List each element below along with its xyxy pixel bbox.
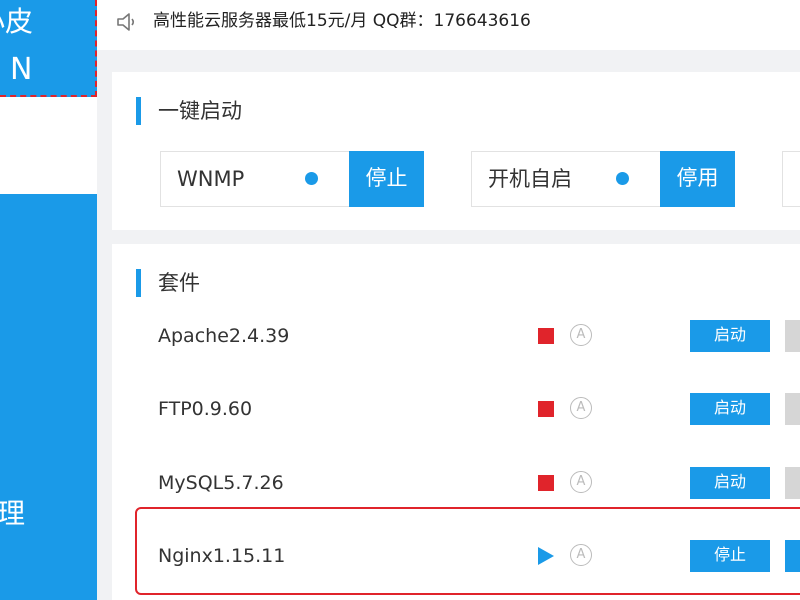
sidebar-spacer [0,97,97,194]
wnmp-stop-button[interactable]: 停止 [349,151,424,207]
switch-label: 开机自启 [488,167,572,191]
mysql-config-button[interactable] [785,467,800,499]
quick-start-panel: 一键启动 WNMP 停止 开机自启 停用 [112,72,800,230]
logo-text-line1: 小皮 [0,5,33,38]
ftp-config-button[interactable] [785,393,800,425]
speaker-icon [117,13,135,31]
suites-panel: 套件 Apache2.4.39 A 启动 FTP0.9.60 A 启动 MySQ… [112,244,800,600]
auto-start-icon[interactable]: A [570,471,592,493]
nginx-config-button[interactable] [785,540,800,572]
suite-row-nginx: Nginx1.15.11 A 停止 [134,524,800,590]
stopped-status-icon [538,475,554,491]
apache-start-button[interactable]: 启动 [690,320,770,352]
switch-autostart: 开机自启 停用 [471,151,735,207]
suite-name: FTP0.9.60 [158,398,253,420]
notice-text[interactable]: 高性能云服务器最低15元/月 QQ群：176643616 [153,8,531,34]
suites-title: 套件 [136,268,200,298]
suite-name: MySQL5.7.26 [158,472,284,494]
switch-wnmp: WNMP 停止 [160,151,424,207]
switch-partial[interactable] [782,151,800,207]
logo-text-line2: N [10,52,33,87]
sidebar: 小皮 N 管理 [0,0,97,600]
auto-start-icon[interactable]: A [570,544,592,566]
status-dot [616,172,629,185]
apache-config-button[interactable] [785,320,800,352]
running-status-icon [538,547,554,565]
sidebar-nav: 管理 [0,194,97,600]
stopped-status-icon [538,401,554,417]
quick-start-title: 一键启动 [136,96,242,126]
suite-row-mysql: MySQL5.7.26 A 启动 [134,451,800,517]
auto-start-icon[interactable]: A [570,324,592,346]
status-dot [305,172,318,185]
sidebar-item-manage[interactable]: 管理 [0,496,25,532]
ftp-start-button[interactable]: 启动 [690,393,770,425]
notice-bar: 高性能云服务器最低15元/月 QQ群：176643616 [97,0,800,50]
mysql-start-button[interactable]: 启动 [690,467,770,499]
suite-name: Nginx1.15.11 [158,545,286,567]
suite-name: Apache2.4.39 [158,325,290,347]
switch-label: WNMP [177,167,245,191]
stopped-status-icon [538,328,554,344]
suite-row-apache: Apache2.4.39 A 启动 [134,304,800,370]
nginx-stop-button[interactable]: 停止 [690,540,770,572]
auto-start-icon[interactable]: A [570,397,592,419]
suite-row-ftp: FTP0.9.60 A 启动 [134,377,800,443]
autostart-disable-button[interactable]: 停用 [660,151,735,207]
app-logo: 小皮 N [0,0,97,97]
